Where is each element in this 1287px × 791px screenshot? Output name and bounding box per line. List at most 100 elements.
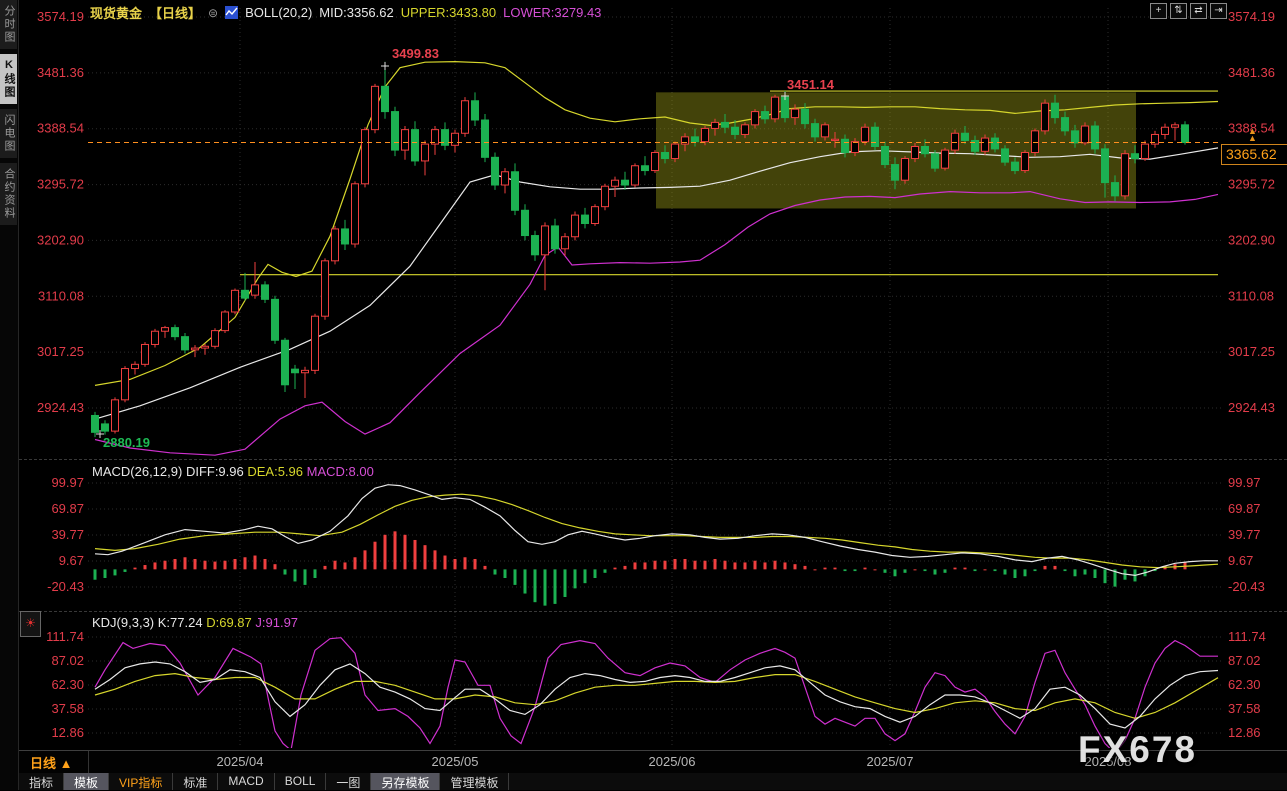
- candle: [922, 146, 929, 153]
- svg-text:3388.54: 3388.54: [37, 121, 84, 136]
- chart-canvas[interactable]: 3499.833451.142880.193574.193574.193481.…: [0, 0, 1287, 750]
- candle: [722, 122, 729, 127]
- candle: [932, 154, 939, 168]
- candle: [802, 109, 809, 123]
- svg-text:99.97: 99.97: [1228, 475, 1261, 490]
- svg-text:12.86: 12.86: [51, 725, 84, 740]
- pan-crosshair-icon[interactable]: +: [1150, 3, 1167, 19]
- chart-type-sidebar: 分时图 K线图 闪电图 合约资料: [0, 0, 19, 790]
- candle: [262, 285, 269, 299]
- candle: [592, 207, 599, 224]
- candle: [1022, 153, 1029, 171]
- candle: [982, 138, 989, 151]
- candle: [472, 101, 479, 120]
- toolbar-item-manage-templates[interactable]: 管理模板: [440, 773, 509, 790]
- svg-text:69.87: 69.87: [1228, 501, 1261, 516]
- toolbar-item-boll[interactable]: BOLL: [275, 773, 327, 790]
- candle: [1162, 127, 1169, 134]
- toolbar-item-indicators[interactable]: 指标: [18, 773, 64, 790]
- candle: [152, 331, 159, 344]
- candle: [1132, 154, 1139, 159]
- candle: [912, 146, 919, 158]
- candle: [942, 150, 949, 168]
- candle: [872, 127, 879, 146]
- candle: [102, 424, 109, 431]
- axis-divider: [88, 751, 89, 773]
- snap-right-icon[interactable]: ⇥: [1210, 3, 1227, 19]
- candle: [822, 125, 829, 137]
- candle: [692, 137, 699, 142]
- candle: [1012, 162, 1019, 170]
- svg-text:69.87: 69.87: [51, 501, 84, 516]
- candle: [1032, 131, 1039, 153]
- candle: [1002, 149, 1009, 162]
- candle: [612, 180, 619, 186]
- toolbar-item-one-chart[interactable]: 一图: [326, 773, 371, 790]
- candle: [402, 130, 409, 150]
- candle: [602, 186, 609, 206]
- candle: [902, 159, 909, 181]
- candle: [202, 346, 209, 348]
- candle: [212, 331, 219, 347]
- toolbar-item-vip-indicators[interactable]: VIP指标: [109, 773, 173, 790]
- mini-chart-icon: [225, 6, 238, 19]
- candle: [342, 229, 349, 244]
- macd-label: MACD(26,12,9): [92, 464, 182, 479]
- candle: [962, 133, 969, 140]
- candle: [242, 290, 249, 298]
- svg-text:3481.36: 3481.36: [1228, 65, 1275, 80]
- candle: [502, 172, 509, 185]
- candle: [702, 128, 709, 141]
- y-scale-icon[interactable]: ⇅: [1170, 3, 1187, 19]
- sidebar-tab-time-share[interactable]: 分时图: [0, 0, 17, 49]
- candle: [182, 337, 189, 350]
- kdj-settings-icon[interactable]: ☀: [20, 611, 41, 637]
- candle: [882, 146, 889, 164]
- candle: [1072, 131, 1079, 143]
- toolbar-item-save-template[interactable]: 另存模板: [371, 773, 440, 790]
- sidebar-tab-contract-info[interactable]: 合约资料: [0, 163, 17, 225]
- candle: [562, 237, 569, 249]
- sidebar-tab-lightning[interactable]: 闪电图: [0, 109, 17, 158]
- candle: [312, 316, 319, 370]
- chart-header: 现货黄金 【日线】 ⊜ BOLL(20,2) MID:3356.62 UPPER…: [90, 3, 601, 22]
- x-scale-icon[interactable]: ⇄: [1190, 3, 1207, 19]
- candle: [542, 226, 549, 255]
- candle: [522, 210, 529, 235]
- candle: [622, 180, 629, 185]
- svg-text:3481.36: 3481.36: [37, 65, 84, 80]
- svg-text:3574.19: 3574.19: [1228, 9, 1275, 24]
- toolbar-item-templates[interactable]: 模板: [64, 773, 109, 790]
- candle: [412, 130, 419, 161]
- candle: [252, 285, 259, 295]
- sidebar-tab-kline[interactable]: K线图: [0, 54, 17, 104]
- x-axis-label: 2025/07: [867, 754, 914, 769]
- candle: [1042, 103, 1049, 131]
- kdj-label: KDJ(9,3,3): [92, 615, 154, 630]
- indicator-settings-icon[interactable]: ⊜: [208, 6, 218, 20]
- candle: [792, 109, 799, 117]
- candle: [512, 172, 519, 211]
- trading-terminal: 3499.833451.142880.193574.193574.193481.…: [0, 0, 1287, 790]
- price-up-arrow-icon: ▲▲: [1248, 128, 1257, 142]
- current-price-box: 3365.62: [1221, 144, 1287, 165]
- candle: [1182, 125, 1189, 143]
- svg-text:3110.08: 3110.08: [38, 288, 84, 303]
- candle: [282, 340, 289, 385]
- toolbar-item-standard[interactable]: 标准: [173, 773, 218, 790]
- toolbar-item-macd[interactable]: MACD: [218, 773, 274, 790]
- candle: [272, 299, 279, 340]
- candle: [432, 130, 439, 144]
- candle: [762, 112, 769, 119]
- kdj-d-value: D:69.87: [206, 615, 252, 630]
- candle: [1112, 183, 1119, 196]
- panel-separator: [19, 611, 1287, 612]
- macd-panel-header: MACD(26,12,9) DIFF:9.96 DEA:5.96 MACD:8.…: [92, 464, 374, 479]
- svg-text:111.74: 111.74: [1228, 629, 1266, 644]
- boll-mid-value: MID:3356.62: [319, 5, 393, 20]
- candle: [362, 130, 369, 184]
- period-selector[interactable]: 日线 ▲: [30, 753, 73, 772]
- svg-text:87.02: 87.02: [1228, 653, 1261, 668]
- macd-diff-value: DIFF:9.96: [186, 464, 244, 479]
- candle: [422, 144, 429, 161]
